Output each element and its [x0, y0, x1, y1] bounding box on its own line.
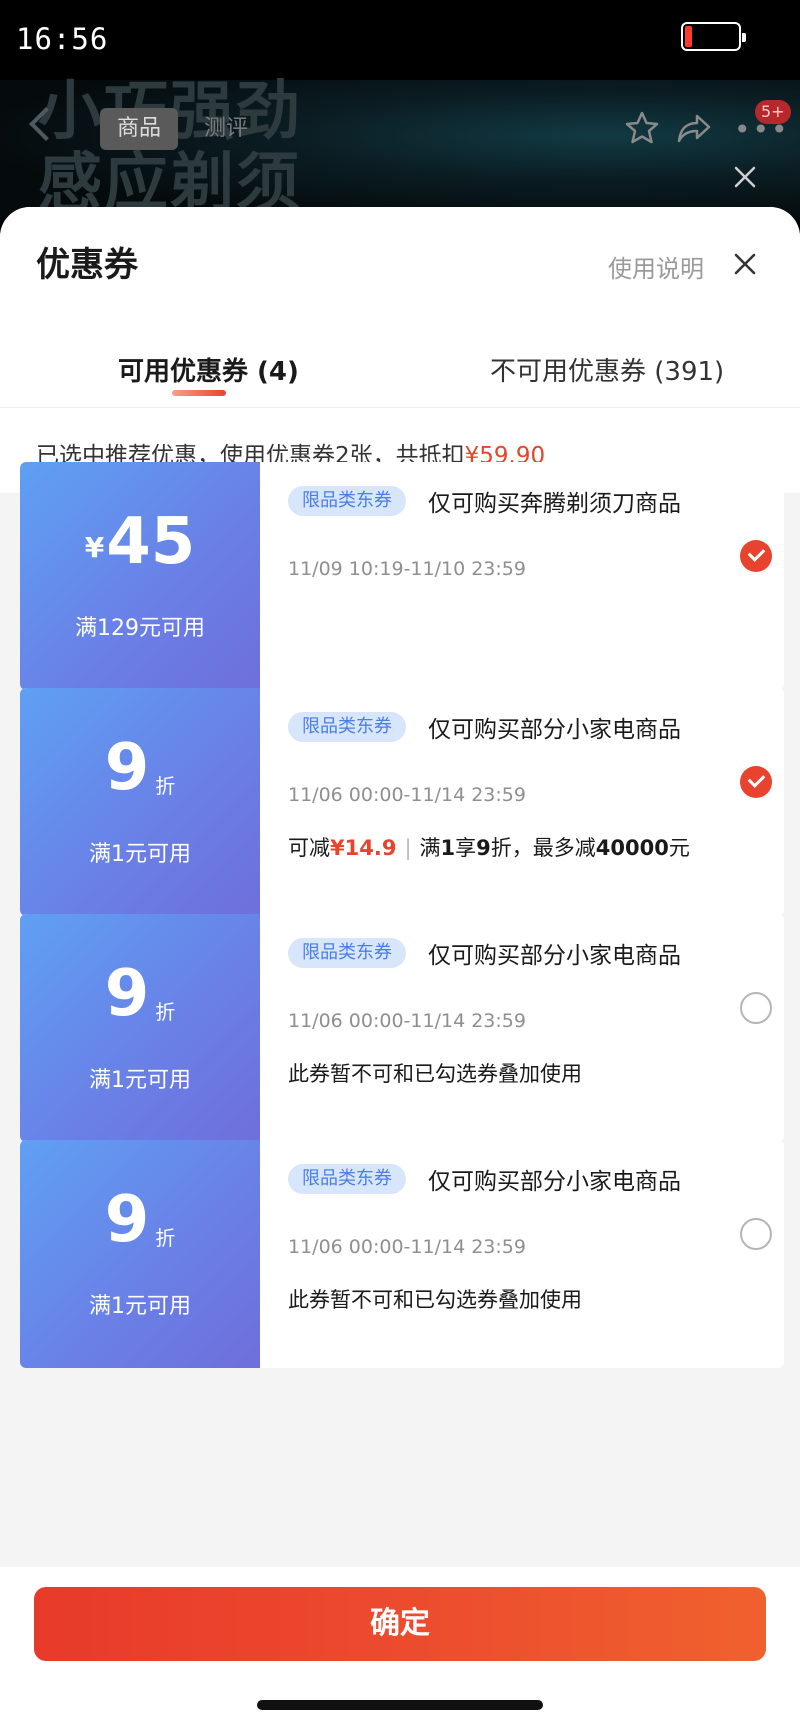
coupon-card[interactable]: 9折 满1元可用 限品类东券 仅可购买部分小家电商品 11/06 00:00-1…: [20, 914, 784, 1142]
checked-icon[interactable]: [740, 540, 772, 572]
tab-product[interactable]: 商品: [100, 108, 178, 150]
unchecked-icon[interactable]: [740, 1218, 772, 1250]
coupon-note: 此券暂不可和已勾选券叠加使用: [288, 1062, 582, 1086]
more-icon[interactable]: •••: [734, 116, 790, 144]
coupon-tag: 限品类东券: [288, 1164, 406, 1194]
coupon-threshold: 满1元可用: [89, 1294, 191, 1319]
coupon-card[interactable]: ¥45 满129元可用 限品类东券 仅可购买奔腾剃须刀商品 11/09 10:1…: [20, 462, 784, 690]
coupon-tag: 限品类东券: [288, 486, 406, 516]
coupon-card[interactable]: 9折 满1元可用 限品类东券 仅可购买部分小家电商品 11/06 00:00-1…: [20, 688, 784, 916]
coupon-validity: 11/06 00:00-11/14 23:59: [288, 784, 526, 806]
tab-available-coupons[interactable]: 可用优惠券 (4): [118, 351, 299, 388]
coupon-unit: 折: [155, 774, 176, 798]
confirm-button[interactable]: 确定: [34, 1587, 766, 1661]
coupon-validity: 11/06 00:00-11/14 23:59: [288, 1236, 526, 1258]
coupon-amount: 9: [104, 731, 150, 805]
close-icon[interactable]: [728, 160, 762, 194]
sheet-close-icon[interactable]: [730, 249, 760, 279]
active-tab-indicator: [172, 390, 226, 396]
coupon-amount: 9: [104, 957, 150, 1031]
coupon-validity: 11/09 10:19-11/10 23:59: [288, 558, 526, 580]
coupon-value-panel: ¥45 满129元可用: [20, 462, 260, 690]
coupon-restriction: 仅可购买部分小家电商品: [428, 717, 681, 743]
coupon-threshold: 满1元可用: [89, 1068, 191, 1093]
coupon-value-panel: 9折 满1元可用: [20, 1140, 260, 1368]
coupon-restriction: 仅可购买部分小家电商品: [428, 943, 681, 969]
home-indicator[interactable]: [257, 1700, 543, 1710]
coupon-unit: 折: [155, 1000, 176, 1024]
message-badge: 5+: [755, 100, 791, 124]
battery-icon: [681, 22, 746, 51]
coupon-tag: 限品类东券: [288, 938, 406, 968]
coupon-sheet: 优惠券 使用说明 可用优惠券 (4) 不可用优惠券 (391) 已选中推荐优惠，…: [0, 207, 800, 1731]
coupon-restriction: 仅可购买部分小家电商品: [428, 1169, 681, 1195]
coupon-threshold: 满129元可用: [75, 616, 205, 641]
coupon-value-panel: 9折 满1元可用: [20, 688, 260, 916]
share-icon[interactable]: [675, 110, 713, 146]
coupon-currency: ¥: [84, 531, 105, 564]
sheet-title: 优惠券: [36, 245, 138, 285]
coupon-savings: 可减¥14.9 | 满1享9折，最多减40000元: [288, 836, 690, 860]
sheet-header: 优惠券 使用说明 可用优惠券 (4) 不可用优惠券 (391): [0, 207, 800, 407]
usage-help-link[interactable]: 使用说明: [608, 249, 704, 284]
coupon-tag: 限品类东券: [288, 712, 406, 742]
unchecked-icon[interactable]: [740, 992, 772, 1024]
coupon-threshold: 满1元可用: [89, 842, 191, 867]
star-icon[interactable]: [624, 110, 660, 146]
coupon-amount: 9: [104, 1183, 150, 1257]
checked-icon[interactable]: [740, 766, 772, 798]
coupon-card[interactable]: 9折 满1元可用 限品类东券 仅可购买部分小家电商品 11/06 00:00-1…: [20, 1140, 784, 1368]
coupon-amount: 45: [106, 505, 196, 579]
coupon-note: 此券暂不可和已勾选券叠加使用: [288, 1288, 582, 1312]
coupon-validity: 11/06 00:00-11/14 23:59: [288, 1010, 526, 1032]
tab-unavailable-coupons[interactable]: 不可用优惠券 (391): [490, 351, 724, 388]
tab-review[interactable]: 测评: [196, 108, 256, 150]
savings-amount: ¥14.9: [330, 836, 397, 860]
coupon-restriction: 仅可购买奔腾剃须刀商品: [428, 491, 681, 517]
coupon-unit: 折: [155, 1226, 176, 1250]
status-time: 16:56: [16, 22, 109, 56]
status-bar: 16:56: [0, 0, 800, 80]
coupon-value-panel: 9折 满1元可用: [20, 914, 260, 1142]
